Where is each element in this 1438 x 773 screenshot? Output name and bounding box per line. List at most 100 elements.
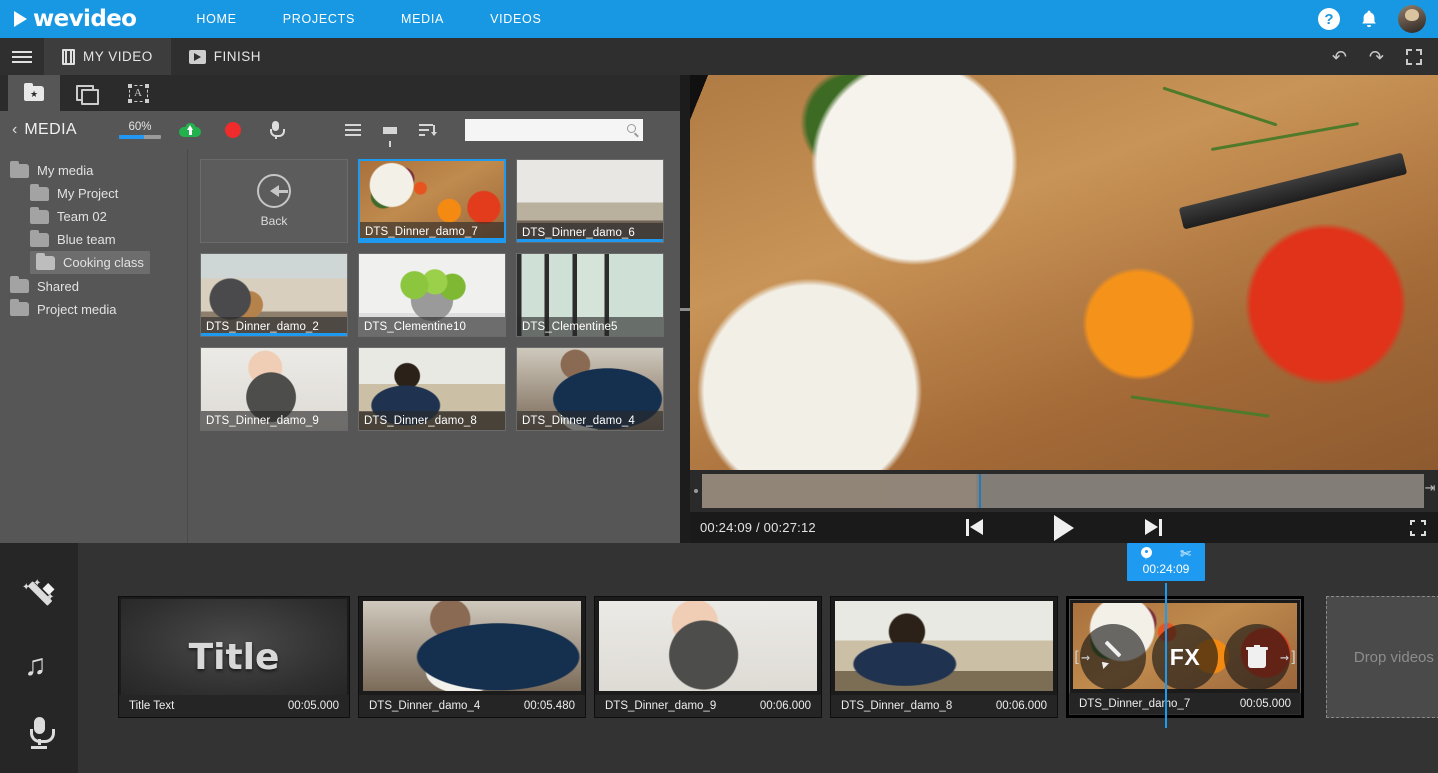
media-item[interactable]: DTS_Dinner_damo_2	[200, 253, 348, 337]
media-item[interactable]: DTS_Clementine10	[358, 253, 506, 337]
timeline-clip-footer: DTS_Dinner_damo_7 00:05.000	[1069, 693, 1301, 715]
timeline-clip[interactable]: DTS_Dinner_damo_4 00:05.480	[358, 596, 586, 718]
sort-icon[interactable]	[419, 124, 437, 136]
scrubber-start-dot	[694, 489, 698, 493]
search-box[interactable]	[465, 119, 643, 141]
timeline-clip-name: DTS_Dinner_damo_7	[1079, 698, 1191, 710]
decorative-knife	[1178, 152, 1408, 230]
play-button[interactable]	[1054, 514, 1074, 541]
folder-icon	[10, 160, 29, 178]
media-back-icon[interactable]: ‹	[12, 121, 17, 139]
timeline-tool-rail: ✦ ✦ ✦ ♫	[0, 543, 78, 773]
nav-home[interactable]: HOME	[196, 12, 236, 26]
skip-to-end-button[interactable]	[1144, 519, 1162, 536]
skip-to-start-button[interactable]	[966, 519, 984, 536]
folder-cooking-class[interactable]: Cooking class	[30, 251, 150, 274]
nav-media[interactable]: MEDIA	[401, 12, 444, 26]
media-panel-title: MEDIA	[24, 121, 77, 138]
preview-panel: ⇥ 00:24:09 / 00:27:12	[690, 75, 1438, 543]
nav-videos[interactable]: VIDEOS	[490, 12, 541, 26]
tab-finish[interactable]: FINISH	[171, 38, 279, 75]
storage-indicator[interactable]: 60%	[119, 121, 161, 139]
decorative-herb	[1162, 86, 1278, 127]
folder-label: Shared	[37, 278, 79, 294]
timeline-video-track: Title Title Text 00:05.000 DTS_Dinner_damo_…	[78, 596, 1438, 721]
playhead-line[interactable]	[1165, 583, 1167, 728]
media-item[interactable]: DTS_Dinner_damo_6	[516, 159, 664, 243]
folder-icon	[10, 276, 29, 293]
microphone-icon[interactable]	[267, 121, 285, 139]
media-item[interactable]: DTS_Dinner_damo_9	[200, 347, 348, 431]
filter-icon[interactable]	[383, 126, 397, 147]
folder-my-project[interactable]: My Project	[0, 182, 187, 205]
media-item-progress-bar	[360, 238, 504, 241]
scrubber-track[interactable]	[702, 474, 1424, 508]
media-item[interactable]: DTS_Dinner_damo_8	[358, 347, 506, 431]
timeline-clip-duration: 00:06.000	[759, 700, 811, 712]
media-item-progress-bar	[201, 333, 347, 336]
fullscreen-icon[interactable]	[1406, 48, 1422, 65]
microphone-icon[interactable]	[26, 717, 55, 749]
folder-shared[interactable]: Shared	[0, 275, 187, 298]
tab-media-library[interactable]: ★	[8, 75, 60, 111]
pin-icon[interactable]	[1141, 547, 1153, 560]
folder-team-02[interactable]: Team 02	[0, 205, 187, 228]
panel-splitter[interactable]	[680, 75, 690, 543]
wevideo-logo[interactable]: wevideo	[14, 6, 137, 32]
trim-left-handle[interactable]: [→	[1072, 648, 1090, 666]
search-input[interactable]	[471, 124, 637, 136]
redo-icon[interactable]: ↷	[1369, 48, 1384, 66]
folder-my-media[interactable]: My media	[0, 159, 187, 182]
magic-wand-icon[interactable]: ✦ ✦ ✦	[22, 579, 56, 615]
tab-finish-label: FINISH	[213, 49, 262, 64]
top-right-actions: ?	[1318, 0, 1426, 38]
folder-blue-team[interactable]: Blue team	[0, 228, 187, 251]
media-item-progress-bar	[517, 239, 663, 242]
nav-projects[interactable]: PROJECTS	[283, 12, 355, 26]
avatar[interactable]	[1398, 5, 1426, 33]
scrubber-playhead[interactable]	[979, 474, 981, 508]
editor-actions: ↶ ↷	[1332, 38, 1438, 75]
timeline-clip-thumbnail	[835, 601, 1053, 691]
fx-clip-button[interactable]: FX	[1152, 624, 1218, 690]
timeline-clip-thumbnail	[363, 601, 581, 691]
menu-hamburger-icon[interactable]	[0, 38, 44, 75]
timeline-clip[interactable]: FX [→ →] DTS_Dinner_damo_7 00:05.000	[1066, 596, 1304, 718]
playhead-badge[interactable]: ✄ 00:24:09	[1127, 543, 1205, 581]
media-item[interactable]: DTS_Dinner_damo_7	[358, 159, 506, 243]
help-icon[interactable]: ?	[1318, 8, 1340, 30]
folder-project-media[interactable]: Project media	[0, 298, 187, 321]
music-note-icon[interactable]: ♫	[24, 651, 54, 681]
media-back-cell[interactable]: Back	[200, 159, 348, 243]
media-back-label: Back	[260, 214, 288, 228]
cloud-upload-icon[interactable]	[179, 123, 201, 137]
media-item[interactable]: DTS_Clementine5	[516, 253, 664, 337]
timeline-clip-thumbnail	[599, 601, 817, 691]
bell-icon[interactable]	[1360, 9, 1378, 29]
tab-my-video[interactable]: MY VIDEO	[44, 38, 171, 75]
media-item[interactable]: DTS_Dinner_damo_4	[516, 347, 664, 431]
undo-icon[interactable]: ↶	[1332, 48, 1347, 66]
text-box-icon: A	[127, 83, 149, 103]
finish-icon	[188, 49, 206, 64]
media-panel-tabs: ★ A	[0, 75, 680, 111]
trim-right-handle[interactable]: →]	[1280, 648, 1298, 666]
scissors-icon[interactable]: ✄	[1180, 547, 1191, 560]
timeline-clip-name: DTS_Dinner_damo_9	[605, 700, 717, 712]
timeline-clip[interactable]: DTS_Dinner_damo_9 00:06.000	[594, 596, 822, 718]
preview-scrubber[interactable]: ⇥	[690, 470, 1438, 512]
search-icon	[627, 124, 636, 133]
fullscreen-button[interactable]	[1410, 519, 1426, 536]
film-icon	[62, 48, 75, 65]
video-preview[interactable]	[690, 75, 1438, 470]
scrubber-end-handle[interactable]: ⇥	[1424, 480, 1436, 495]
record-dot-icon[interactable]	[225, 122, 241, 138]
tab-text[interactable]: A	[112, 75, 164, 111]
timeline-clip[interactable]: DTS_Dinner_damo_8 00:06.000	[830, 596, 1058, 718]
tab-transitions[interactable]	[60, 75, 112, 111]
timeline-clip-name: Title Text	[129, 700, 175, 712]
list-view-icon[interactable]	[345, 124, 361, 136]
timeline-clip[interactable]: Title Title Text 00:05.000	[118, 596, 350, 718]
timeline-drop-zone[interactable]: Drop videos or images here	[1326, 596, 1438, 718]
playhead-time: 00:24:09	[1142, 562, 1190, 576]
